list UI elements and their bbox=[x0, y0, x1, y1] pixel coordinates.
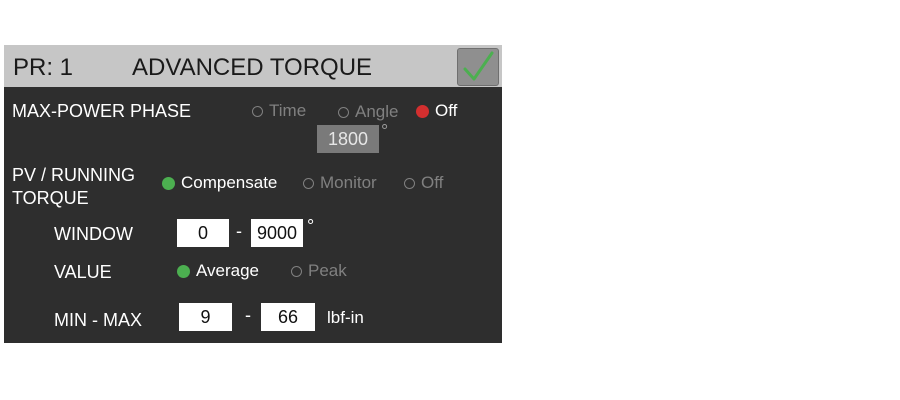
option-label: Compensate bbox=[181, 173, 278, 192]
radio-unselected-icon bbox=[404, 177, 415, 189]
option-label: Off bbox=[421, 173, 444, 192]
torque-unit-label: lbf-in bbox=[327, 308, 364, 327]
program-label: PR: 1 bbox=[13, 54, 74, 81]
max-power-phase-angle-input: 1800 bbox=[317, 125, 379, 153]
option-label: Peak bbox=[308, 261, 347, 280]
pv-running-torque-option-monitor[interactable]: Monitor bbox=[303, 173, 377, 193]
window-label: WINDOW bbox=[54, 224, 133, 244]
max-power-phase-option-angle[interactable]: Angle bbox=[338, 102, 398, 122]
page-title: ADVANCED TORQUE bbox=[132, 54, 373, 81]
max-power-phase-option-off[interactable]: Off bbox=[416, 101, 457, 121]
radio-unselected-icon bbox=[338, 106, 349, 118]
value-option-average[interactable]: Average bbox=[177, 261, 259, 281]
checkmark-icon bbox=[463, 51, 494, 81]
radio-selected-icon bbox=[162, 176, 175, 190]
min-max-range-separator: - bbox=[245, 305, 251, 325]
min-max-max-input[interactable]: 66 bbox=[261, 303, 315, 331]
option-label: Monitor bbox=[320, 173, 377, 192]
max-power-phase-option-time[interactable]: Time bbox=[252, 101, 306, 121]
option-label: Off bbox=[435, 101, 458, 120]
radio-selected-icon bbox=[416, 104, 429, 118]
option-label: Time bbox=[269, 101, 307, 120]
advanced-torque-panel: PR: 1 ADVANCED TORQUE MAX-POWER PHASE Ti… bbox=[4, 45, 502, 343]
confirm-button[interactable] bbox=[457, 48, 499, 86]
option-label: Average bbox=[196, 261, 260, 280]
min-max-min-input[interactable]: 9 bbox=[179, 303, 232, 331]
radio-selected-icon bbox=[177, 264, 190, 278]
radio-unselected-icon bbox=[303, 177, 314, 189]
value-option-peak[interactable]: Peak bbox=[291, 261, 347, 281]
pv-running-torque-label-line2: TORQUE bbox=[12, 188, 89, 208]
min-max-label: MIN - MAX bbox=[54, 310, 142, 330]
option-label: Angle bbox=[355, 102, 399, 121]
window-max-input[interactable]: 9000 bbox=[251, 219, 303, 247]
window-range-separator: - bbox=[236, 221, 242, 241]
value-label: VALUE bbox=[54, 262, 112, 282]
window-degree-unit: ° bbox=[307, 216, 315, 236]
angle-degree-unit: ° bbox=[381, 121, 389, 141]
pv-running-torque-option-compensate[interactable]: Compensate bbox=[162, 173, 277, 193]
window-min-input[interactable]: 0 bbox=[177, 219, 229, 247]
pv-running-torque-label-line1: PV / RUNNING bbox=[12, 165, 136, 185]
panel-header: PR: 1 ADVANCED TORQUE bbox=[4, 45, 502, 87]
max-power-phase-label: MAX-POWER PHASE bbox=[12, 101, 192, 121]
radio-unselected-icon bbox=[291, 265, 302, 277]
pv-running-torque-option-off[interactable]: Off bbox=[404, 173, 443, 193]
radio-unselected-icon bbox=[252, 105, 263, 117]
